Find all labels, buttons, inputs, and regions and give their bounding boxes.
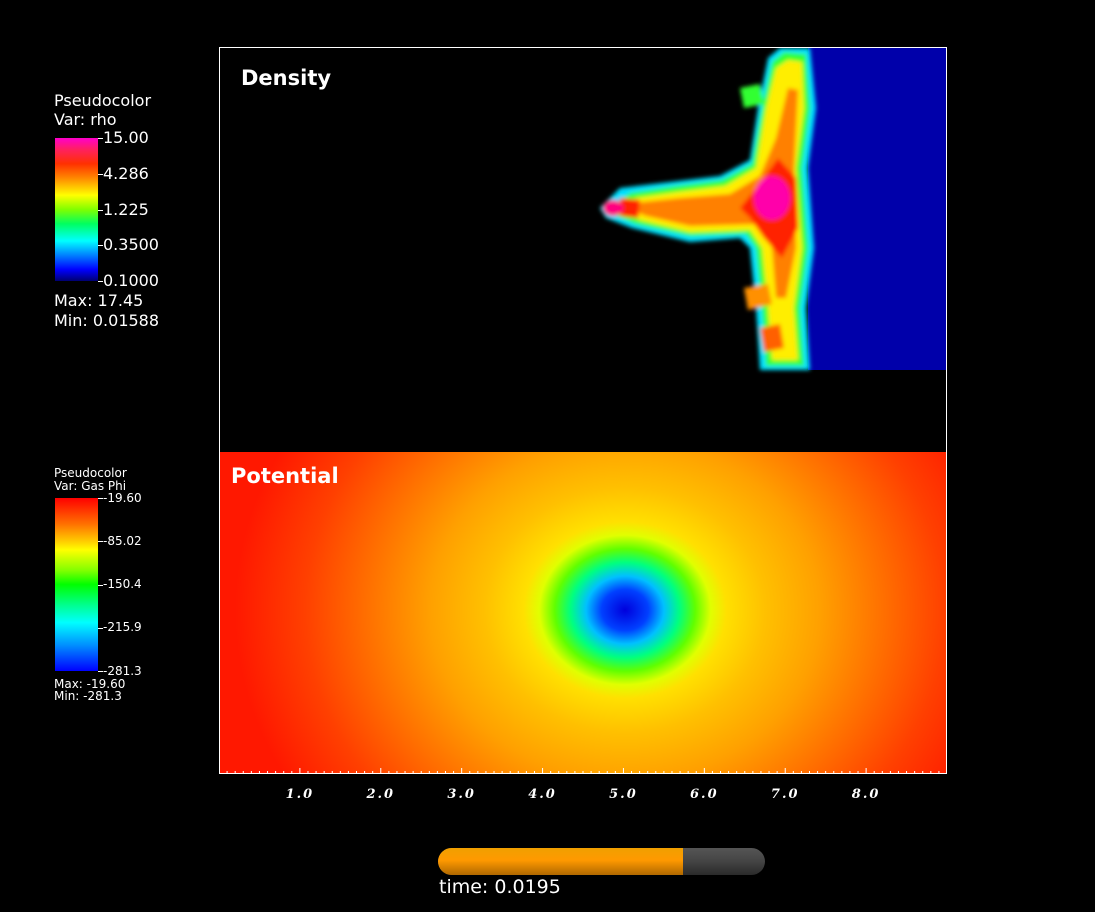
x-axis-label: 5.0 bbox=[609, 787, 638, 802]
time-slider[interactable] bbox=[438, 848, 765, 875]
potential-legend-tick-label: -19.60 bbox=[103, 490, 142, 505]
density-legend-min: Min: 0.01588 bbox=[54, 311, 160, 330]
density-legend-var: Var: rho bbox=[54, 110, 117, 129]
density-panel-title: Density bbox=[241, 66, 332, 90]
density-legend-type: Pseudocolor bbox=[54, 91, 152, 110]
time-slider-fill bbox=[438, 848, 684, 875]
potential-legend-tick-label: -281.3 bbox=[103, 663, 142, 678]
x-axis-label: 3.0 bbox=[447, 787, 476, 802]
potential-colorbar bbox=[55, 498, 98, 671]
density-legend-tick-label: 0.1000 bbox=[103, 271, 159, 291]
density-panel: Density bbox=[220, 48, 946, 452]
density-legend-tick-label: 15.00 bbox=[103, 128, 149, 148]
density-legend-tick-label: 1.225 bbox=[103, 199, 149, 219]
x-axis-label: 4.0 bbox=[528, 787, 557, 802]
potential-panel-title: Potential bbox=[231, 464, 339, 488]
density-colorbar bbox=[55, 138, 98, 281]
plot-frame: Density Potential bbox=[219, 47, 947, 774]
density-legend-tick-label: 4.286 bbox=[103, 163, 149, 183]
potential-legend-tick-label: -215.9 bbox=[103, 620, 142, 635]
x-axis-label: 8.0 bbox=[851, 787, 881, 802]
density-field bbox=[600, 48, 946, 370]
x-axis-label: 7.0 bbox=[770, 787, 800, 802]
time-label: time: 0.0195 bbox=[439, 876, 561, 898]
potential-panel: Potential bbox=[220, 452, 946, 773]
density-legend-max: Max: 17.45 bbox=[54, 291, 144, 310]
potential-legend-type: Pseudocolor bbox=[54, 466, 127, 480]
x-axis-label: 6.0 bbox=[690, 787, 719, 802]
potential-legend-tick-label: -150.4 bbox=[103, 577, 142, 592]
potential-legend-tick-label: -85.02 bbox=[103, 533, 142, 548]
potential-legend-min: Min: -281.3 bbox=[54, 689, 122, 703]
density-legend-tick-label: 0.3500 bbox=[103, 235, 159, 255]
x-axis-label: 2.0 bbox=[366, 787, 396, 802]
x-axis-label: 1.0 bbox=[285, 787, 315, 802]
